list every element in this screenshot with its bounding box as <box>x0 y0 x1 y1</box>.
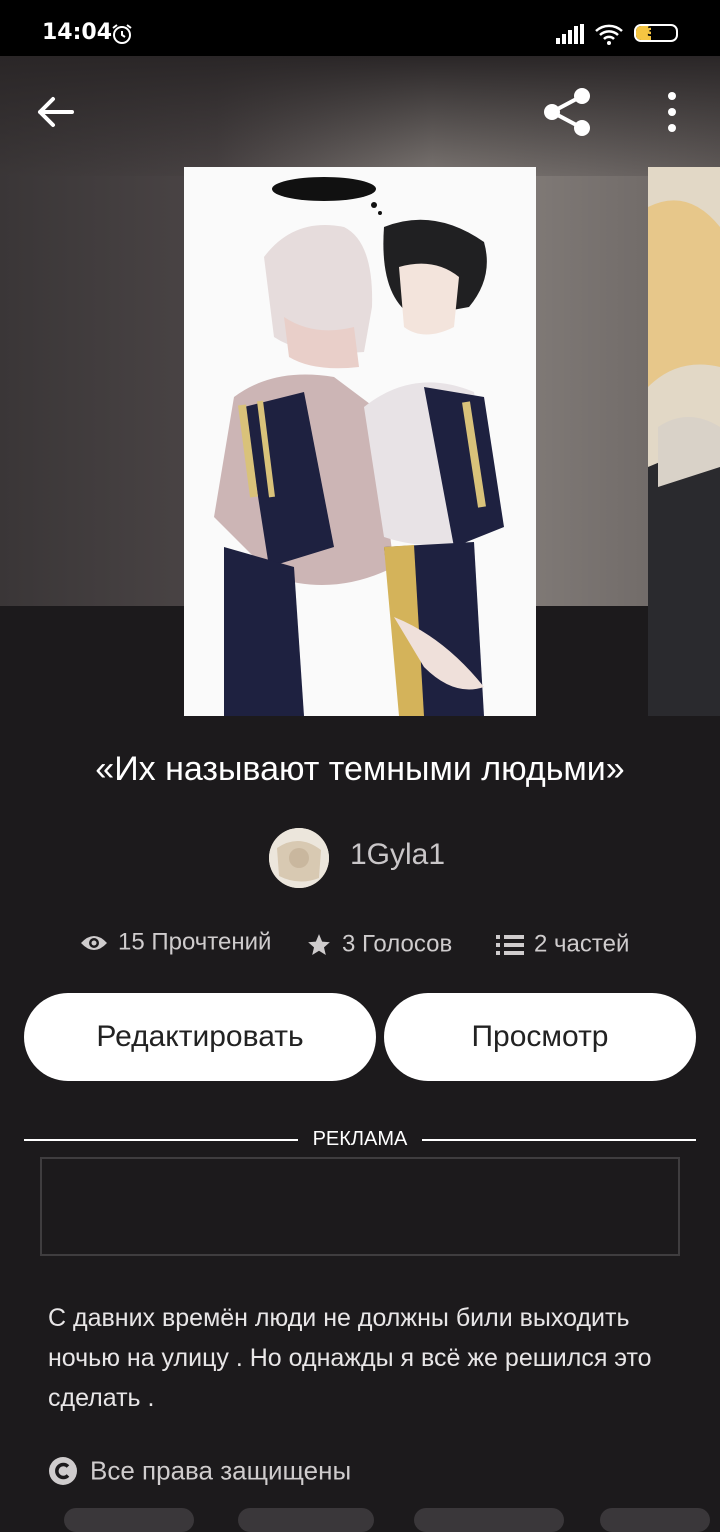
parts-stat: 2 частей <box>496 930 629 959</box>
avatar-image <box>269 828 329 888</box>
alarm-icon <box>112 24 132 44</box>
cover-illustration <box>184 167 536 716</box>
parts-count: 2 частей <box>534 930 630 958</box>
reads-count: 15 Прочтений <box>118 928 272 956</box>
story-description: С давних времён люди не должны били выхо… <box>48 1304 652 1412</box>
wifi-icon <box>595 24 623 45</box>
story-cover[interactable] <box>184 167 536 716</box>
tag-chip[interactable] <box>414 1508 564 1532</box>
hero-shade <box>0 56 720 176</box>
eye-icon <box>81 935 107 950</box>
tag-list <box>0 1508 720 1532</box>
ad-divider-left <box>24 1139 298 1141</box>
more-vert-icon <box>668 92 676 132</box>
reads-stat: 15 Прочтений <box>80 928 271 957</box>
battery-indicator: 37 <box>634 24 678 42</box>
arrow-back-icon <box>38 97 74 127</box>
copyright-icon <box>49 1457 77 1486</box>
ad-label: РЕКЛАМА <box>312 1128 408 1150</box>
status-time: 14:04 <box>42 20 113 45</box>
story-title: «Их называют темными людьми» <box>95 750 625 788</box>
tag-chip[interactable] <box>238 1508 374 1532</box>
star-icon <box>308 933 330 955</box>
signal-icon <box>556 24 584 44</box>
tag-chip[interactable] <box>64 1508 194 1532</box>
ad-slot[interactable] <box>40 1157 680 1256</box>
copyright-notice: Все права защищены <box>48 1454 351 1487</box>
tag-chip[interactable] <box>600 1508 710 1532</box>
ad-divider-right <box>422 1139 696 1141</box>
battery-level: 37 <box>646 25 666 40</box>
next-cover-illustration <box>648 167 720 716</box>
share-button[interactable] <box>540 84 596 140</box>
list-icon <box>496 934 524 955</box>
back-button[interactable] <box>34 90 78 134</box>
author-avatar[interactable] <box>269 828 329 888</box>
view-button[interactable]: Просмотр <box>384 993 696 1081</box>
votes-stat: 3 Голосов <box>306 930 452 959</box>
next-story-cover[interactable] <box>648 167 720 716</box>
votes-count: 3 Голосов <box>342 930 453 958</box>
share-icon <box>544 88 590 136</box>
more-options-button[interactable] <box>656 88 688 136</box>
edit-button[interactable]: Редактировать <box>24 993 376 1081</box>
copyright-text: Все права защищены <box>90 1455 352 1486</box>
status-bar: 14:04 37 <box>0 0 720 56</box>
author-name[interactable]: 1Gyla1 <box>350 838 445 872</box>
